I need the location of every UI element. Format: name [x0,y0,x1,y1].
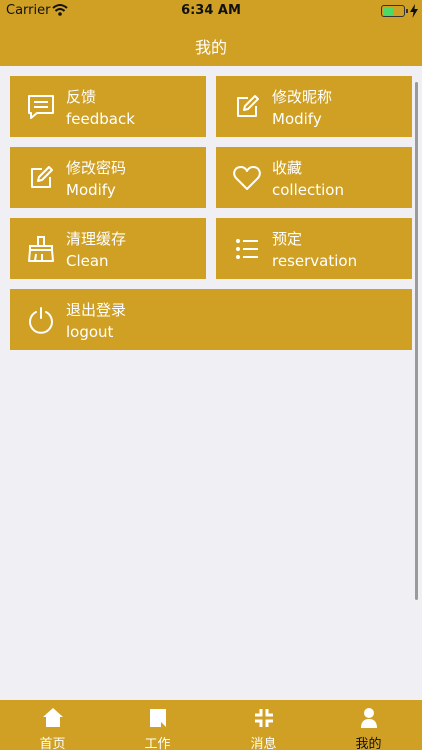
clock: 6:34 AM [181,3,241,18]
tile-subtitle: Modify [272,110,322,128]
tile-title: 预定 [272,230,303,248]
tile-title: 收藏 [272,159,303,177]
power-icon [26,305,56,335]
charging-bolt-icon [410,3,418,18]
tile-subtitle: logout [66,323,114,341]
edit-icon [26,163,56,193]
battery-level-fill [383,7,393,15]
modify-password-tile[interactable]: 修改密码 Modify [10,147,206,208]
list-icon [232,234,262,264]
tab-label: 消息 [250,737,277,750]
tile-subtitle: Clean [66,252,109,270]
message-icon [253,707,275,729]
tile-title: 修改密码 [66,159,127,177]
clean-cache-tile[interactable]: 清理缓存 Clean [10,218,206,279]
tab-profile[interactable]: 我的 [316,700,421,750]
reservation-tile[interactable]: 预定 reservation [216,218,412,279]
chat-icon [26,92,56,122]
tab-label: 首页 [39,737,66,750]
broom-icon [26,234,56,264]
tab-label: 我的 [355,737,382,750]
page-title: 我的 [194,38,227,57]
scrollbar[interactable] [415,82,418,600]
work-icon [147,707,169,729]
tile-subtitle: feedback [66,110,135,128]
tile-subtitle: reservation [272,252,358,270]
tab-bar: 首页 工作 消息 我的 [0,700,422,750]
tab-label: 工作 [144,737,171,750]
edit-icon [232,92,262,122]
tile-subtitle: collection [272,181,344,199]
tile-title: 退出登录 [66,301,127,319]
battery-tip [406,9,408,13]
home-icon [42,707,64,729]
logout-tile[interactable]: 退出登录 logout [10,289,412,350]
tile-title: 清理缓存 [66,230,127,248]
tile-title: 修改昵称 [272,88,333,106]
tab-work[interactable]: 工作 [105,700,210,750]
menu-grid: 反馈 feedback 修改昵称 Modify 修改密码 Modify 收藏 c… [0,66,422,700]
battery-icon [381,5,405,17]
nav-bar: 我的 [0,22,422,66]
tab-message[interactable]: 消息 [211,700,316,750]
profile-icon [358,707,380,729]
modify-nickname-tile[interactable]: 修改昵称 Modify [216,76,412,137]
tab-home[interactable]: 首页 [0,700,105,750]
feedback-tile[interactable]: 反馈 feedback [10,76,206,137]
tile-title: 反馈 [66,88,97,106]
heart-icon [232,163,262,193]
status-bar: Carrier 6:34 AM [0,0,422,22]
collection-tile[interactable]: 收藏 collection [216,147,412,208]
tile-subtitle: Modify [66,181,116,199]
